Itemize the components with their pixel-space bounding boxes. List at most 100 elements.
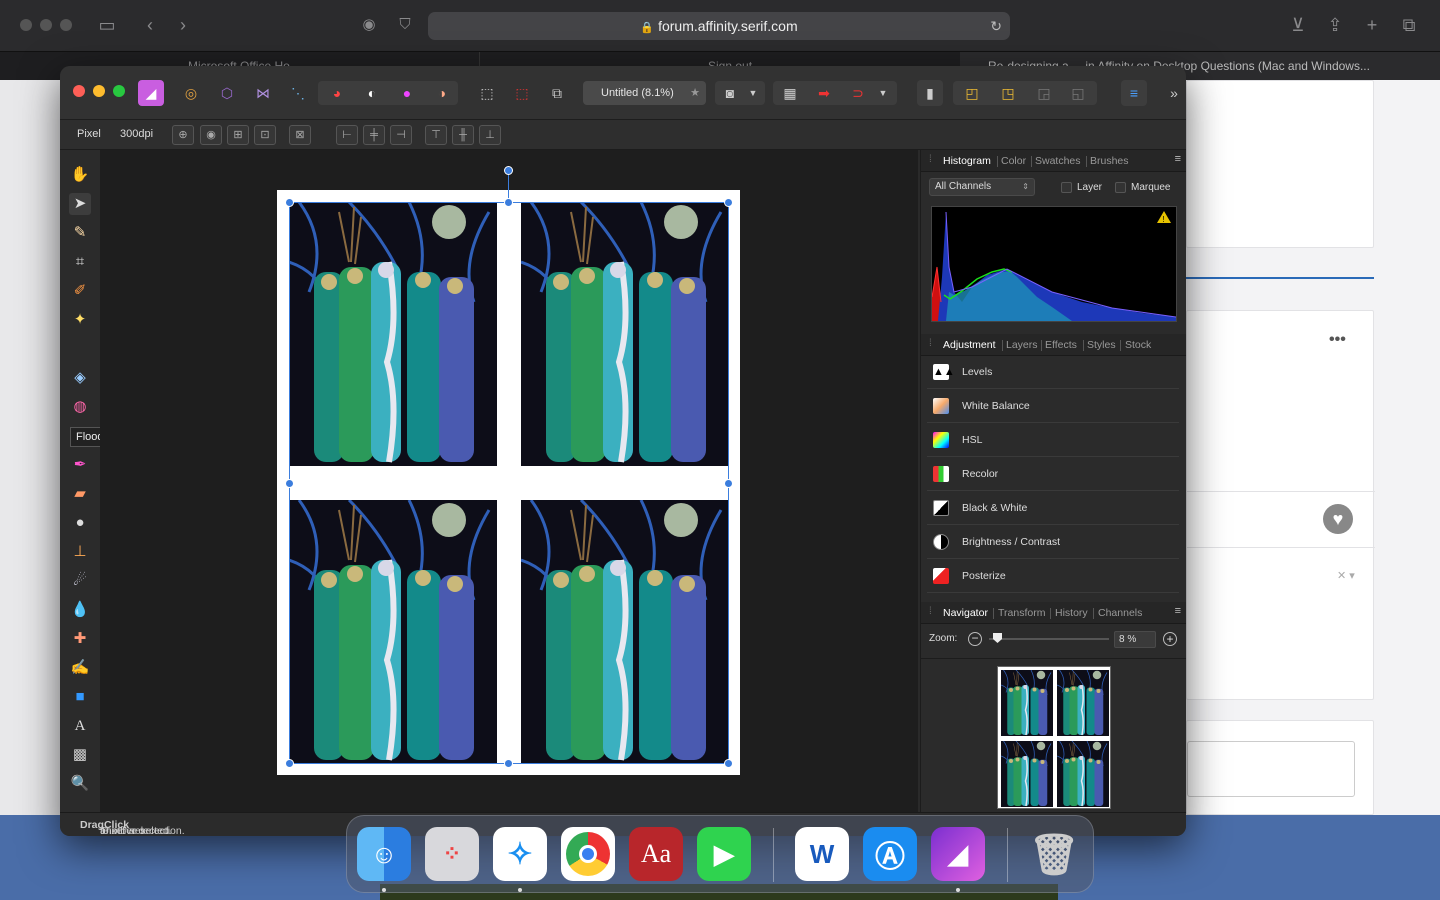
tab-channels[interactable]: Channels (1098, 607, 1142, 619)
resize-handle-tl[interactable] (285, 198, 294, 207)
tab-adjustment[interactable]: Adjustment (943, 339, 996, 351)
chevron-down-icon[interactable]: ▼ (873, 80, 893, 106)
resize-handle-b[interactable] (504, 759, 513, 768)
minimize-button[interactable] (93, 85, 105, 97)
close-button[interactable] (73, 85, 85, 97)
privacy-icon[interactable]: ◉ (358, 14, 380, 36)
document-title[interactable]: Untitled (8.1%) ★ (583, 81, 706, 105)
healing-brush-tool-icon[interactable]: ✚ (69, 628, 91, 650)
close-chevron-icon[interactable]: ✕ ▾ (1337, 569, 1355, 582)
tab-effects[interactable]: Effects (1045, 339, 1077, 351)
finder-icon[interactable]: ☺ (357, 827, 411, 881)
layer-checkbox[interactable] (1061, 182, 1072, 193)
bring-forward-icon[interactable]: ◳ (995, 80, 1021, 106)
resize-handle-tr[interactable] (724, 198, 733, 207)
send-to-back-icon[interactable]: ◱ (1065, 80, 1091, 106)
color-quick-icon[interactable]: ● (394, 80, 420, 106)
tab-histogram[interactable]: Histogram (943, 155, 991, 167)
send-backward-icon[interactable]: ◲ (1031, 80, 1057, 106)
adjustment-item-levels[interactable]: ▲▲ Levels (927, 356, 1179, 389)
app-store-icon[interactable]: Ⓐ (863, 827, 917, 881)
zoom-slider[interactable] (989, 638, 1109, 640)
erase-brush-tool-icon[interactable]: ▰ (69, 483, 91, 505)
flood-select-tool-icon[interactable]: ✦ (69, 309, 91, 331)
smudge-tool-icon[interactable]: ☄ (69, 570, 91, 592)
adjustment-item-white-balance[interactable]: White Balance (927, 390, 1179, 423)
panel-menu-icon[interactable]: ≡ (1175, 153, 1181, 165)
forward-icon[interactable]: › (172, 14, 194, 36)
tab-transform[interactable]: Transform (998, 607, 1045, 619)
selection-box[interactable] (289, 202, 729, 764)
align-right-icon[interactable]: ⊣ (390, 125, 412, 145)
zoom-tool-icon[interactable]: 🔍 (69, 773, 91, 795)
deselect-icon[interactable]: ⬚ (509, 80, 535, 106)
align-bottom-icon[interactable]: ⊥ (479, 125, 501, 145)
document-page[interactable] (277, 190, 740, 775)
tab-styles[interactable]: Styles (1087, 339, 1116, 351)
adjustment-item-black-white[interactable]: Black & White (927, 492, 1179, 525)
blur-brush-tool-icon[interactable]: 💧 (69, 599, 91, 621)
rotation-handle[interactable] (504, 166, 513, 175)
move-tool-icon[interactable]: ➤ (69, 193, 91, 215)
reload-icon[interactable]: ↻ (990, 12, 1002, 40)
adjustment-item-hsl[interactable]: HSL (927, 424, 1179, 457)
word-icon[interactable]: W (795, 827, 849, 881)
liquify-persona-icon[interactable]: ◎ (178, 80, 204, 106)
mesh-warp-tool-icon[interactable]: ▩ (69, 744, 91, 766)
align-top-icon[interactable]: ⊤ (425, 125, 447, 145)
affinity-photo-icon[interactable]: ◢ (931, 827, 985, 881)
close-dot[interactable] (20, 19, 32, 31)
selection-brush-tool-icon[interactable]: ✐ (69, 280, 91, 302)
zoom-in-icon[interactable]: + (1163, 632, 1177, 646)
scale-icon[interactable]: ⊞ (227, 125, 249, 145)
tab-navigator[interactable]: Navigator (943, 607, 988, 619)
star-icon[interactable]: ★ (690, 81, 700, 105)
new-tab-icon[interactable]: + (1361, 14, 1383, 36)
safari-icon[interactable]: ✧ (493, 827, 547, 881)
more-options-icon[interactable]: ••• (1329, 331, 1346, 349)
tab-stock[interactable]: Stock (1125, 339, 1151, 351)
minimize-dot[interactable] (40, 19, 52, 31)
chevron-down-icon[interactable]: ▼ (743, 80, 763, 106)
resize-handle-bl[interactable] (285, 759, 294, 768)
download-icon[interactable]: ⊻ (1287, 14, 1309, 36)
pen-tool-icon[interactable]: ✍ (69, 657, 91, 679)
zoom-out-icon[interactable]: − (968, 632, 982, 646)
color-picker-tool-icon[interactable]: ✎ (69, 222, 91, 244)
adjustment-item-recolor[interactable]: Recolor (927, 458, 1179, 491)
canvas-area[interactable] (100, 150, 918, 812)
back-icon[interactable]: ‹ (139, 14, 161, 36)
address-bar[interactable]: 🔒 forum.affinity.serif.com ↻ (428, 12, 1010, 40)
move-tool-icon[interactable]: ▮ (917, 80, 943, 106)
tab-layers[interactable]: Layers (1006, 339, 1038, 351)
bounds-icon[interactable]: ⊡ (254, 125, 276, 145)
tab-history[interactable]: History (1055, 607, 1088, 619)
tab-color[interactable]: Color (1001, 155, 1026, 167)
align-icon[interactable]: ≡ (1121, 80, 1147, 106)
trash-icon[interactable]: 🗑 (1027, 827, 1081, 881)
navigator-preview[interactable] (997, 666, 1111, 809)
preview-icon[interactable]: ◉ (200, 125, 222, 145)
grid-icon[interactable]: ▦ (777, 80, 803, 106)
gradient-tool-icon[interactable]: ◍ (69, 396, 91, 418)
crop-tool-icon[interactable]: ⌗ (69, 251, 91, 273)
marquee-checkbox[interactable] (1115, 182, 1126, 193)
tab-overview-icon[interactable]: ⧉ (1398, 14, 1420, 36)
zoom-dot[interactable] (60, 19, 72, 31)
photo-persona-icon[interactable]: ◢ (138, 80, 164, 106)
resize-handle-t[interactable] (504, 198, 513, 207)
view-tool-icon[interactable]: ✋ (69, 164, 91, 186)
snapping-magnet-icon[interactable]: ⊃ (845, 80, 871, 106)
tab-swatches[interactable]: Swatches (1035, 155, 1081, 167)
align-center-icon[interactable]: ╪ (363, 125, 385, 145)
toolbar-overflow-icon[interactable]: » (1161, 80, 1186, 106)
heart-icon[interactable]: ♥ (1323, 504, 1353, 534)
contrast-quick-icon[interactable]: ◐ (359, 80, 385, 106)
adjustment-item-brightness-contrast[interactable]: Brightness / Contrast (927, 526, 1179, 559)
color-replacement-tool-icon[interactable]: ✒ (69, 454, 91, 476)
align-middle-icon[interactable]: ╫ (452, 125, 474, 145)
shield-icon[interactable]: ⛉ (394, 14, 416, 36)
chrome-icon[interactable] (561, 827, 615, 881)
assistant-icon[interactable]: ➡ (811, 80, 837, 106)
balance-quick-icon[interactable]: ◑ (429, 80, 455, 106)
